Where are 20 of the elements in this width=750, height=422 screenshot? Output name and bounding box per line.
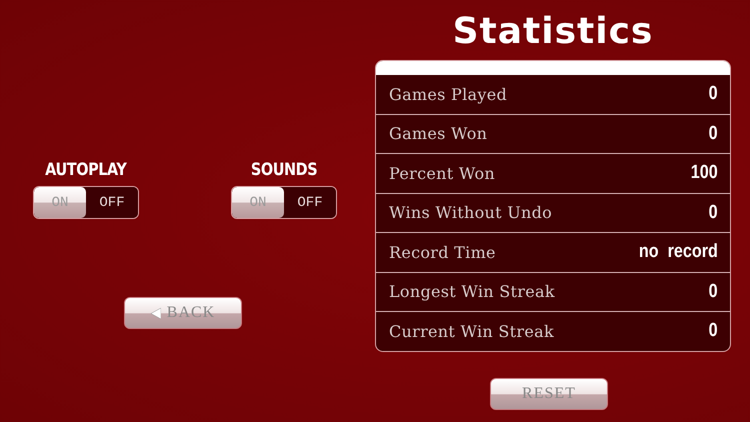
stat-label: Longest Win Streak [389, 282, 555, 302]
statistics-title: Statistics [452, 12, 654, 52]
stat-label: Games Played [389, 84, 508, 104]
setting-label: AUTOPLAY [45, 160, 127, 180]
stat-value: 0 [709, 280, 718, 303]
stat-value: 100 [691, 162, 718, 184]
stat-label: Percent Won [389, 164, 496, 183]
stat-label: Games Won [389, 124, 488, 144]
stat-value: no record [639, 241, 718, 264]
stat-value: 0 [709, 320, 718, 342]
stat-value: 0 [709, 122, 718, 145]
setting-label: SOUNDS [250, 160, 318, 180]
on-off-toggle[interactable]: ON OFF [33, 186, 139, 219]
on-off-toggle[interactable]: ON OFF [231, 186, 337, 219]
stat-value: 0 [709, 202, 718, 224]
left-triangle-icon [150, 308, 161, 318]
stat-label: Record Time [389, 242, 496, 262]
stat-label: Current Win Streak [389, 322, 554, 341]
stat-value: 0 [709, 83, 718, 106]
stat-label: Wins Without Undo [389, 203, 552, 222]
